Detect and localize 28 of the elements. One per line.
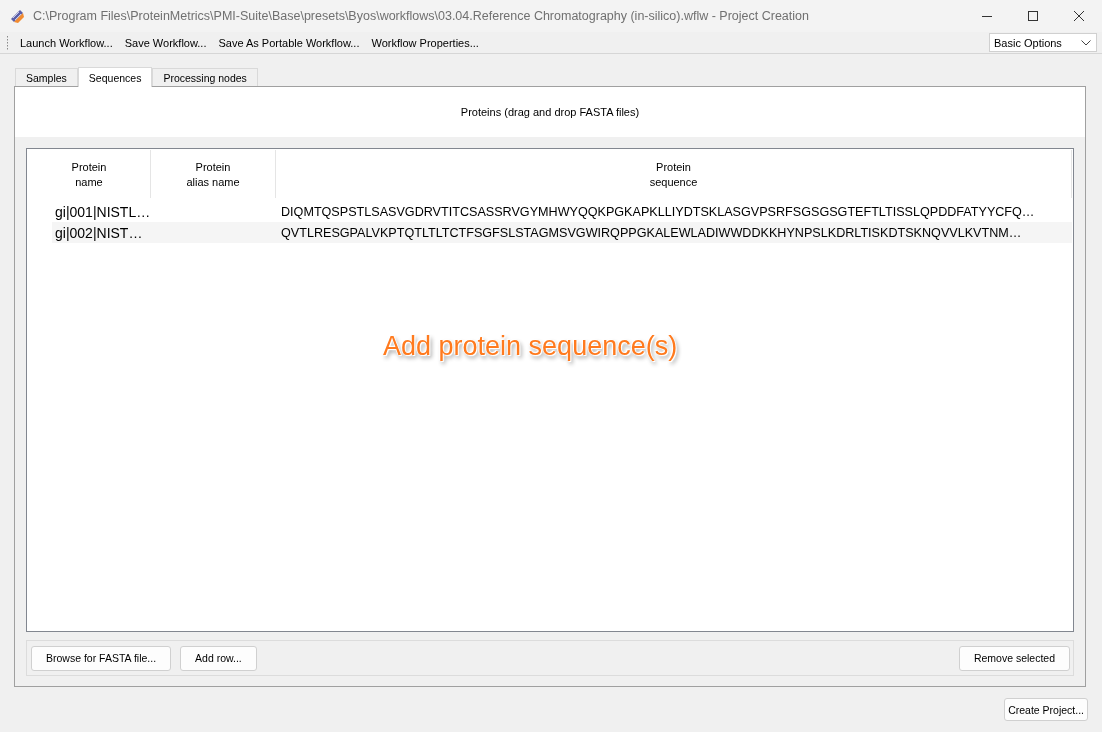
- toolbar-action[interactable]: Launch Workflow...: [15, 34, 118, 51]
- column-header[interactable]: Protein alias name: [151, 150, 276, 198]
- annotation-text: Add protein sequence(s): [383, 331, 678, 362]
- tab[interactable]: Samples: [15, 68, 78, 86]
- minimize-icon: [982, 15, 992, 17]
- close-icon: [1074, 11, 1084, 21]
- column-header[interactable]: Protein name: [28, 150, 151, 198]
- panel-button[interactable]: Browse for FASTA file...: [31, 645, 172, 671]
- tab[interactable]: Processing nodes: [152, 68, 258, 86]
- panel-button[interactable]: Remove selected: [958, 645, 1070, 671]
- create-project-button[interactable]: Create Project...: [1004, 698, 1088, 721]
- toolbar-action[interactable]: Save Workflow...: [119, 34, 212, 51]
- chevron-down-icon: [1081, 39, 1091, 46]
- tab[interactable]: Sequences: [77, 67, 153, 87]
- column-header[interactable]: Protein sequence: [276, 150, 1072, 198]
- panel-button[interactable]: Add row...: [180, 645, 257, 671]
- toolbar-action[interactable]: Save As Portable Workflow...: [213, 34, 365, 51]
- toolbar-action[interactable]: Workflow Properties...: [366, 34, 484, 51]
- table-cell-text: DIQMTQSPSTLSASVGDRVTITCSASSRVGYMHWYQQKPGKAPKLLIYDTSKLASGVPSRFSGSGSGTEFTLTISSLQPDDFATYYCFQ…: [280, 204, 1036, 219]
- options-dropdown[interactable]: Basic Options: [989, 33, 1097, 52]
- table-cell-text: gi|002|NIST…: [54, 224, 144, 241]
- table-cell-text: QVTLRESGPALVKPTQTLTLTCTFSGFSLSTAGMSVGWIRQPPGKALEWLADIWWDDKKHYNPSLKDRLTISKDTSKNQVVLKVTNM…: [280, 225, 1023, 240]
- grip-icon[interactable]: [6, 35, 9, 50]
- maximize-icon: [1028, 11, 1038, 21]
- app-logo-icon: [9, 7, 26, 25]
- panel-heading: Proteins (drag and drop FASTA files): [460, 106, 640, 118]
- window-title: C:\Program Files\ProteinMetrics\PMI-Suite\Base\presets\Byos\workflows\03.04.Reference Chromatography (in-silico).wflw - Project Creation: [33, 9, 810, 23]
- table-cell-text: gi|001|NISTL…: [54, 203, 151, 220]
